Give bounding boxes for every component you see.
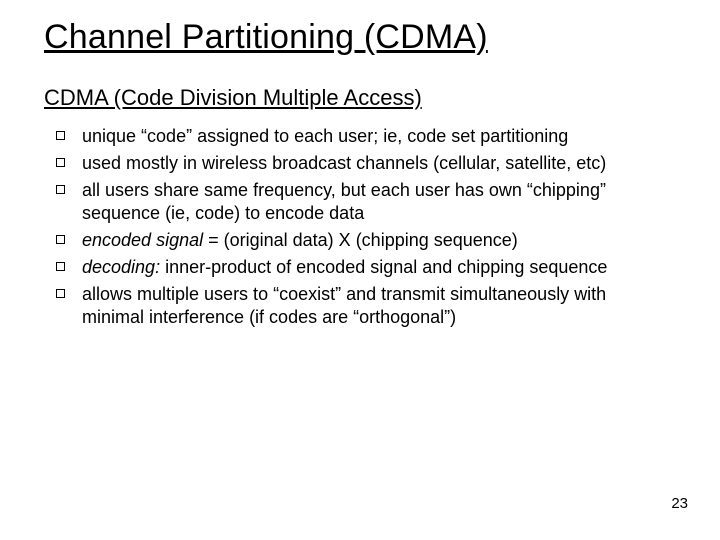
bullet-text: used mostly in wireless broadcast channe… [82, 153, 606, 173]
list-item: encoded signal = (original data) X (chip… [56, 229, 672, 252]
bullet-text: allows multiple users to “coexist” and t… [82, 284, 606, 327]
bullet-text: unique “code” assigned to each user; ie,… [82, 126, 568, 146]
list-item: all users share same frequency, but each… [56, 179, 672, 225]
bullet-text: all users share same frequency, but each… [82, 180, 606, 223]
bullet-em: decoding: [82, 257, 160, 277]
bullet-list: unique “code” assigned to each user; ie,… [44, 125, 680, 329]
square-bullet-icon [56, 185, 65, 194]
square-bullet-icon [56, 289, 65, 298]
slide: Channel Partitioning (CDMA) CDMA (Code D… [0, 0, 720, 540]
bullet-em: encoded signal [82, 230, 203, 250]
list-item: used mostly in wireless broadcast channe… [56, 152, 672, 175]
square-bullet-icon [56, 131, 65, 140]
bullet-rest: = (original data) X (chipping sequence) [203, 230, 518, 250]
slide-title: Channel Partitioning (CDMA) [44, 18, 680, 57]
list-item: decoding: inner-product of encoded signa… [56, 256, 672, 279]
square-bullet-icon [56, 235, 65, 244]
bullet-rest: inner-product of encoded signal and chip… [160, 257, 607, 277]
square-bullet-icon [56, 158, 65, 167]
page-number: 23 [671, 495, 688, 512]
square-bullet-icon [56, 262, 65, 271]
slide-subtitle: CDMA (Code Division Multiple Access) [44, 85, 680, 111]
list-item: allows multiple users to “coexist” and t… [56, 283, 672, 329]
list-item: unique “code” assigned to each user; ie,… [56, 125, 672, 148]
